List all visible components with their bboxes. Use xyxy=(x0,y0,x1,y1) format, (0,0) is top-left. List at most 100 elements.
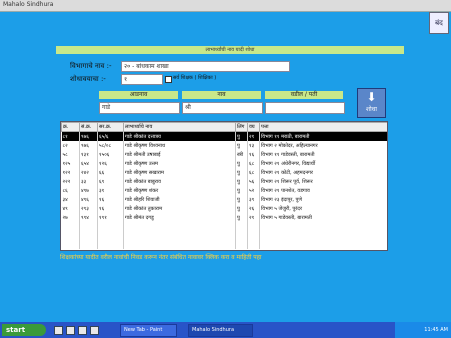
table-cell: ५६ xyxy=(247,177,260,186)
table-row[interactable]: ४९ २९३ १६ गाडे श्रीकांत तुकाराम पु २६ विभाग ५ … xyxy=(61,204,387,213)
footnote-text: शिक्षकांच्या यादीत वरील नावांची निवड करू… xyxy=(60,254,262,261)
empty-row xyxy=(61,222,387,231)
search-button[interactable]: ⬇ शोधा xyxy=(357,88,386,118)
table-cell: ५८ xyxy=(61,150,80,159)
column-header[interactable]: क्र. xyxy=(61,122,80,132)
department-label: विभागाचे नाव :- xyxy=(70,62,112,70)
table-cell: ६८ xyxy=(247,168,260,177)
table-cell: १३१ xyxy=(79,150,98,159)
all-teachers-checkbox-label: सर्व शिक्षक ( शिक्षिका ) xyxy=(173,75,217,81)
table-row[interactable]: ५८ १३१ १५०६ गाडे श्रीमती उषाबाई स्त्री १६ विभा… xyxy=(61,150,387,159)
table-cell: ३३ xyxy=(79,177,98,186)
table-row[interactable]: ८२ ९७६ ५८/०८ गाडे श्रीकृष्ण विश्वनाथ पु १३ विभ… xyxy=(61,141,387,150)
table-cell: ४९६ xyxy=(79,195,98,204)
table-cell: विभाग ५ जेजुरी, पुरंदर xyxy=(259,204,387,213)
table-cell: ९७६ xyxy=(79,141,98,150)
table-row[interactable]: २७ ९९४ १९१ गाडे श्रीमंत दगडू पु २१ विभाग ५ गाड… xyxy=(61,213,387,222)
table-cell: गाडे श्रीमती उषाबाई xyxy=(123,150,236,159)
column-header[interactable]: लाभार्थ्याचे नाव xyxy=(123,122,236,132)
table-cell: विभाग ५ गाडेवस्ती, बारामती xyxy=(259,213,387,222)
search-type-select[interactable]: १ xyxy=(121,74,163,85)
table-cell: ४९ xyxy=(61,204,80,213)
table-cell: २४२ xyxy=(79,168,98,177)
table-cell: २९३ xyxy=(79,204,98,213)
table-cell: ६६ xyxy=(97,168,124,177)
table-header-row: क्र. सं.क्र. सर.क्र. लाभार्थ्याचे नाव लिंग वय… xyxy=(61,122,387,132)
table-cell: पु xyxy=(235,168,248,177)
table-cell: पु xyxy=(235,186,248,195)
table-row[interactable]: १२२ २४२ ६६ गाडे श्रीकृष्ण सखाराम पु ६८ विभाग २… xyxy=(61,168,387,177)
table-cell: ८२ xyxy=(61,141,80,150)
search-type-label: शोधावयाचा :- xyxy=(70,75,106,83)
table-cell: ८१ xyxy=(61,131,80,141)
surname-input[interactable]: गाडे xyxy=(99,102,180,114)
empty-row xyxy=(61,231,387,240)
table-cell: ५८/०८ xyxy=(97,141,124,150)
table-cell: १५०६ xyxy=(97,150,124,159)
table-cell: विभाग २१ अंधेरीनगर, विद्यार्थी xyxy=(259,159,387,168)
table-row[interactable]: ८६ ४९७ ३१ गाडे श्रीकृष्ण शंकर पु ५२ विभाग २१ प… xyxy=(61,186,387,195)
column-header[interactable]: पत्ता xyxy=(259,122,387,132)
table-cell: २६ xyxy=(247,204,260,213)
close-panel-button[interactable]: बंद xyxy=(429,12,449,34)
table-cell: पु xyxy=(235,195,248,204)
table-cell: १९१ xyxy=(97,213,124,222)
clock: 11:45 AM xyxy=(424,327,448,333)
table-cell: १२६ xyxy=(97,159,124,168)
folder-icon[interactable] xyxy=(66,326,75,335)
table-cell: ३४ xyxy=(61,195,80,204)
table-cell: १२५ xyxy=(61,159,80,168)
table-cell: गाडे श्रीकांत दत्तात्रय xyxy=(123,131,236,141)
table-cell: १६ xyxy=(97,204,124,213)
table-cell: ४९७ xyxy=(79,186,98,195)
table-cell: विभाग २ मोकोदर, अहिल्यानगर xyxy=(259,141,387,150)
table-cell: गाडे श्रीमंत दगडू xyxy=(123,213,236,222)
table-cell: ६५४ xyxy=(79,159,98,168)
window-title: Mahalo Sindhura xyxy=(3,1,54,8)
table-cell: १६ xyxy=(247,150,260,159)
table-cell: ३९ xyxy=(247,195,260,204)
empty-row xyxy=(61,240,387,249)
table-row[interactable]: १२५ ६५४ १२६ गाडे श्रीकृष्ण उत्तम पु ६८ विभाग २… xyxy=(61,159,387,168)
table-cell: गाडे श्रीकृष्ण उत्तम xyxy=(123,159,236,168)
ie-icon[interactable] xyxy=(54,326,63,335)
column-header[interactable]: लिंग xyxy=(235,122,248,132)
results-table[interactable]: क्र. सं.क्र. सर.क्र. लाभार्थ्याचे नाव लिंग वय… xyxy=(60,121,388,251)
column-header[interactable]: वय xyxy=(247,122,260,132)
table-cell: पु xyxy=(235,159,248,168)
table-cell: विभाग २१ पानशेत, वडगाव xyxy=(259,186,387,195)
father-husband-input[interactable] xyxy=(265,102,345,114)
name-header: नाव xyxy=(182,91,261,99)
table-cell: गाडे श्रीकृष्ण शंकर xyxy=(123,186,236,195)
table-row[interactable]: ३४ ४९६ १६ गाडे श्रीहरि शिवाजी पु ३९ विभाग २३ इ… xyxy=(61,195,387,204)
taskbar-item-app[interactable]: Mahalo Sindhura xyxy=(188,324,253,337)
title-bar: Mahalo Sindhura xyxy=(0,0,451,12)
desktop-icon[interactable] xyxy=(90,326,99,335)
panel-title: लाभार्थ्यांची नाव यादी शोधा xyxy=(56,46,404,54)
table-cell: स्त्री xyxy=(235,150,248,159)
media-icon[interactable] xyxy=(78,326,87,335)
table-cell: २२२ xyxy=(61,177,80,186)
name-input[interactable]: श्री xyxy=(182,102,263,114)
down-arrow-icon: ⬇ xyxy=(366,90,377,104)
table-cell: गाडे श्रीकृष्ण विश्वनाथ xyxy=(123,141,236,150)
table-cell: १६ xyxy=(97,195,124,204)
table-cell: पु xyxy=(235,177,248,186)
table-row[interactable]: ८१ ९७६ ६५/६ गाडे श्रीकांत दत्तात्रय पु २१ विभा… xyxy=(61,131,387,141)
table-cell: गाडे श्रीकांत बाबुराव xyxy=(123,177,236,186)
table-cell: ८६ xyxy=(61,186,80,195)
start-button[interactable]: start xyxy=(2,324,46,336)
column-header[interactable]: सं.क्र. xyxy=(79,122,98,132)
table-cell: १३ xyxy=(247,141,260,150)
system-tray: 11:45 AM xyxy=(395,322,451,338)
table-cell: २१ xyxy=(247,213,260,222)
department-select[interactable]: २० - बांधकाम शाखा xyxy=(121,61,290,72)
table-cell: पु xyxy=(235,204,248,213)
taskbar-item-paint[interactable]: New Tab - Paint xyxy=(120,324,177,337)
table-cell: विभाग २१ शिरूर पूर्व, शिरूर xyxy=(259,177,387,186)
column-header[interactable]: सर.क्र. xyxy=(97,122,124,132)
search-button-label: शोधा xyxy=(366,106,377,113)
table-row[interactable]: २२२ ३३ ६९ गाडे श्रीकांत बाबुराव पु ५६ विभाग २१… xyxy=(61,177,387,186)
all-teachers-checkbox[interactable] xyxy=(165,76,172,83)
table-cell: २१ xyxy=(247,131,260,141)
